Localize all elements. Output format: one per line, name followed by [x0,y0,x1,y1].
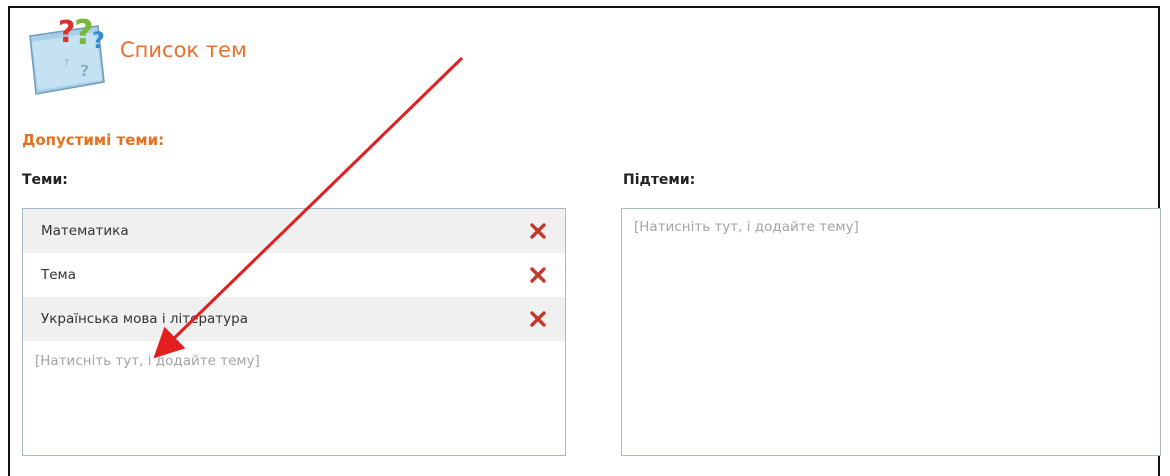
topics-label: Теми: [22,172,68,188]
svg-text:?: ? [64,58,69,69]
topics-list: Математика Тема Українська мова і літера… [22,208,566,456]
question-folder-icon: ? ? ? ? ? [24,13,116,104]
header: ? ? ? ? ? Список тем [24,13,424,108]
add-subtopic-placeholder[interactable]: [Натисніть тут, і додайте тему] [622,209,1160,235]
add-topic-placeholder[interactable]: [Натисніть тут, і додайте тему] [23,341,565,369]
topic-label: Тема [41,267,77,283]
svg-text:?: ? [92,29,105,54]
page-title: Список тем [120,38,247,62]
topic-label: Математика [41,223,129,239]
topic-row[interactable]: Тема [23,253,565,297]
topic-label: Українська мова і література [41,311,248,327]
delete-x-icon[interactable] [529,266,547,284]
delete-x-icon[interactable] [529,310,547,328]
topic-row[interactable]: Математика [23,209,565,253]
subtopics-label: Підтеми: [623,172,696,188]
svg-text:?: ? [74,18,94,53]
allowed-topics-heading: Допустимі теми: [22,131,165,149]
topic-row[interactable]: Українська мова і література [23,297,565,341]
svg-text:?: ? [58,18,75,50]
delete-x-icon[interactable] [529,222,547,240]
subtopics-list: [Натисніть тут, і додайте тему] [621,208,1161,456]
svg-text:?: ? [80,61,89,80]
